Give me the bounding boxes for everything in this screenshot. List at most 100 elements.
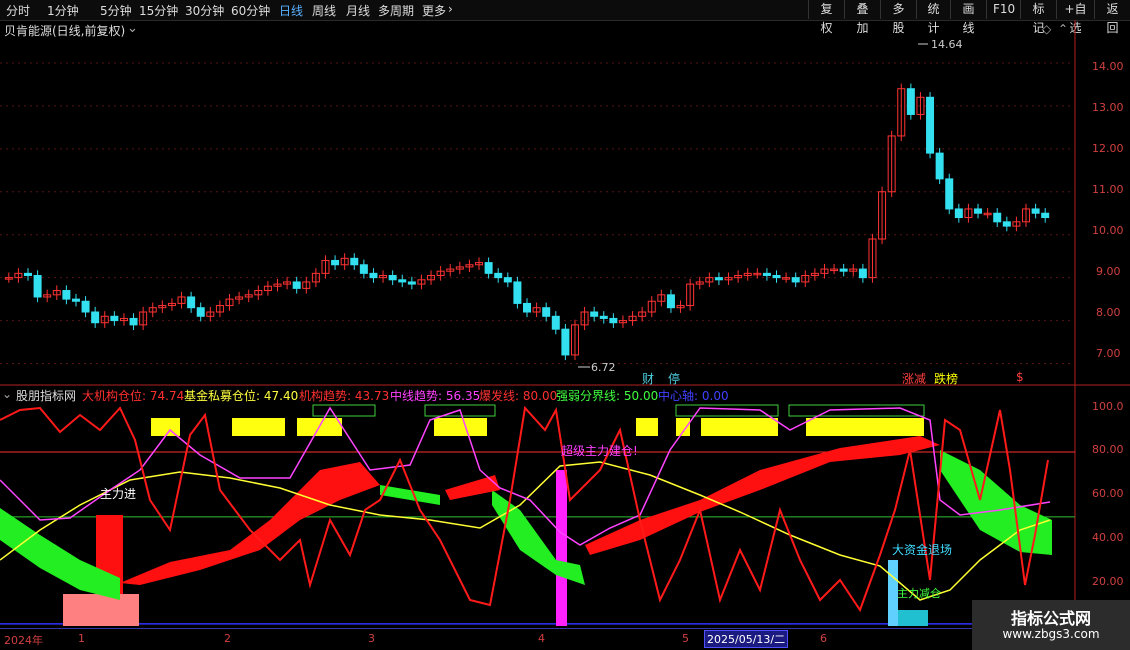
candle-body	[91, 311, 100, 324]
candle-body	[350, 257, 359, 266]
candle-body	[599, 315, 608, 319]
price-extreme-labels	[578, 43, 928, 368]
annotation-main-force-in: 主力进	[100, 487, 137, 501]
candle-body	[974, 208, 983, 214]
candle-body	[1041, 212, 1050, 219]
param-burst-line: 爆发线: 80.00	[479, 389, 558, 403]
candle-body	[359, 264, 368, 274]
dragon-tiger-marker[interactable]: 跌榜	[934, 370, 958, 387]
date-label: 2	[224, 632, 231, 645]
strength-box	[151, 418, 180, 436]
price-axis-label: 11.00	[1092, 183, 1124, 196]
signal-box	[788, 404, 925, 417]
price-axis-label: 13.00	[1092, 101, 1124, 114]
date-label: 4	[538, 632, 545, 645]
param-fund-position: 基金私募仓位: 47.40	[184, 389, 299, 403]
high-price-label: 14.64	[931, 38, 963, 51]
candle-body	[503, 277, 512, 283]
candle-body	[551, 315, 560, 330]
signal-box	[675, 404, 779, 417]
indicator-axis-label: 40.00	[1092, 531, 1124, 544]
strength-box	[806, 418, 924, 436]
price-axis-label: 14.00	[1092, 60, 1124, 73]
candle-body	[762, 272, 771, 276]
candle-body	[945, 178, 954, 210]
candle-body	[839, 268, 848, 272]
candle-body	[954, 208, 963, 219]
annotation-big-money-exit: 大资金退场	[892, 543, 953, 557]
date-label: 6	[820, 632, 827, 645]
weak-ribbon	[380, 485, 440, 505]
date-label: 2024年	[4, 634, 43, 647]
candle-body	[292, 281, 301, 289]
candle-body	[196, 307, 205, 317]
price-axis-label: 10.00	[1092, 224, 1124, 237]
low-price-label: 6.72	[591, 361, 616, 374]
candle-body	[398, 279, 407, 283]
indicator-axis-label: 80.00	[1092, 443, 1124, 456]
candle-body	[494, 272, 503, 279]
strength-box	[434, 418, 487, 436]
indicator-axis-label: 20.00	[1092, 575, 1124, 588]
strength-box	[636, 418, 658, 436]
price-axis-label: 7.00	[1096, 347, 1121, 360]
halt-marker[interactable]: 停	[668, 370, 680, 387]
indicator-axis-label: 60.00	[1092, 487, 1124, 500]
logo-url: www.zbgs3.com	[1002, 627, 1100, 641]
finance-marker[interactable]: 财	[642, 370, 654, 387]
candle-body	[561, 328, 570, 356]
stock-chart[interactable]	[0, 0, 1130, 628]
candle-body	[187, 296, 196, 309]
weak-ribbon	[940, 450, 1052, 555]
date-label: 5	[682, 632, 689, 645]
date-label: 3	[368, 632, 375, 645]
limit-marker[interactable]: 涨减	[902, 370, 926, 387]
date-label: 1	[78, 632, 85, 645]
strength-box	[701, 418, 778, 436]
candle-body	[906, 88, 915, 115]
strong-ribbon	[120, 462, 380, 585]
strong-ribbon	[445, 475, 500, 500]
logo-title: 指标公式网	[1010, 609, 1091, 628]
candle-body	[71, 298, 80, 302]
annotation-reduce-position: 主力减仓	[897, 587, 941, 600]
param-center-axis: 中心轴: 0.00	[658, 389, 729, 403]
candle-body	[772, 275, 781, 279]
candle-body	[110, 315, 119, 322]
candle-body	[791, 277, 800, 283]
strength-box	[676, 418, 690, 436]
candle-body	[81, 300, 90, 313]
candle-body	[331, 259, 340, 266]
crosshair-date-label: 2025/05/13/二	[704, 630, 789, 648]
candle-body	[714, 277, 723, 281]
candle-body	[407, 281, 416, 285]
dividend-marker[interactable]: $	[1016, 370, 1024, 384]
candle-body	[542, 307, 551, 317]
date-axis: 2024年 1 2 3 4 5 2025/05/13/二 6	[0, 628, 1075, 648]
candle-body	[590, 311, 599, 317]
indicator-axis-label: 100.0	[1092, 400, 1124, 413]
candle-body	[666, 294, 675, 309]
candle-body	[993, 212, 1002, 223]
price-axis-label: 8.00	[1096, 306, 1121, 319]
param-institution-position: 大机构仓位: 74.74	[82, 389, 185, 403]
candle-body	[513, 281, 522, 304]
indicator-collapse-icon[interactable]: ⌄	[2, 387, 12, 401]
candle-body	[484, 262, 493, 274]
param-institution-trend: 机构趋势: 43.73	[299, 389, 390, 403]
candle-body	[926, 96, 935, 154]
param-mid-trend: 中线趋势: 56.35	[390, 389, 481, 403]
indicator-name[interactable]: 股朋指标网	[16, 387, 76, 404]
candle-body	[129, 317, 138, 326]
annotation-super-accumulation: 超级主力建仓!	[561, 444, 638, 458]
candle-body	[388, 275, 397, 281]
accumulation-block	[63, 594, 139, 626]
reduce-bar	[898, 610, 928, 626]
signal-box	[312, 404, 376, 417]
candle-body	[369, 272, 378, 279]
price-axis-label: 12.00	[1092, 142, 1124, 155]
strength-box	[232, 418, 285, 436]
candle-body	[1002, 221, 1011, 227]
price-axis-label: 9.00	[1096, 265, 1121, 278]
candle-body	[609, 317, 618, 324]
